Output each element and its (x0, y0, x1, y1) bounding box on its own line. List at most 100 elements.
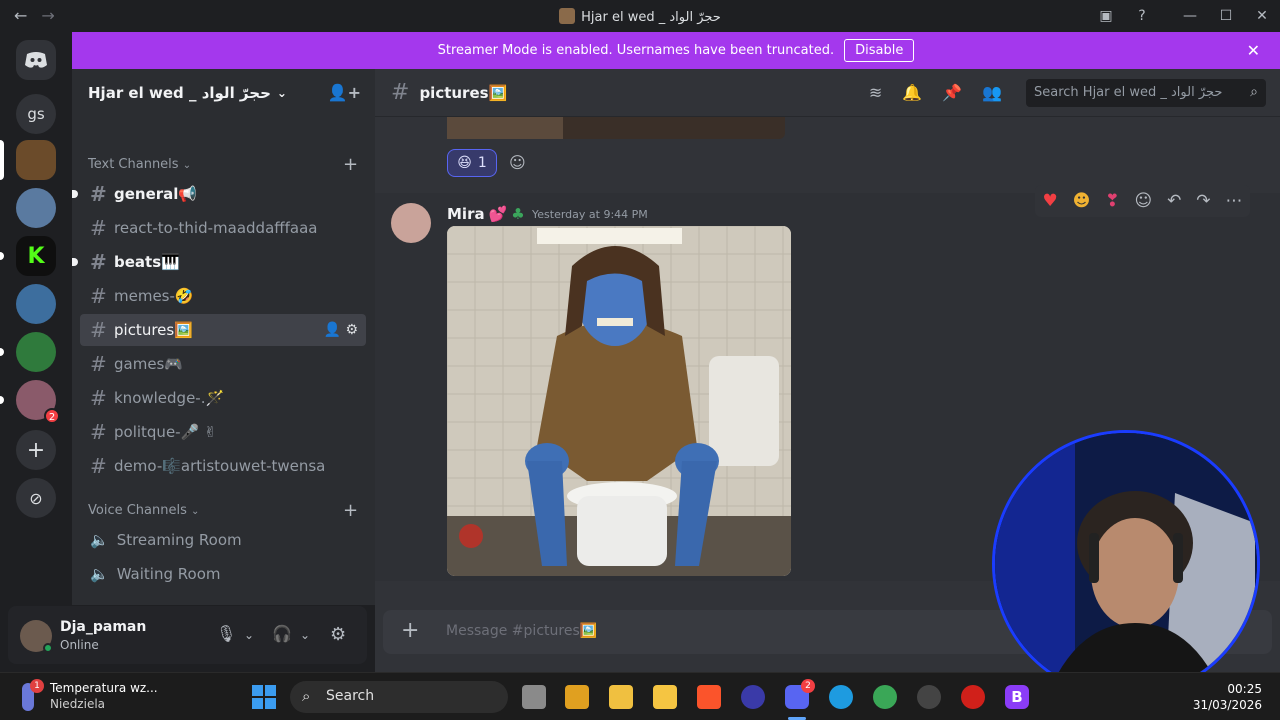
channel-react-to-thid[interactable]: # react-to-thid-maaddafffaaa (80, 212, 366, 244)
server-unread-pill (0, 252, 4, 260)
hash-icon: # (391, 80, 410, 105)
server-avatar-2[interactable] (16, 188, 56, 228)
red-app-icon[interactable] (961, 685, 985, 709)
close-icon[interactable]: ✕ (1247, 41, 1260, 60)
gear-icon[interactable]: ⚙ (330, 624, 346, 645)
laugh-reaction-icon[interactable]: ☻ (1073, 191, 1091, 211)
microphone-icon[interactable]: 🎙 (216, 624, 236, 643)
username[interactable]: Dja_paman (60, 619, 146, 635)
discord-home-icon[interactable] (16, 40, 56, 80)
channel-games[interactable]: # games🎮 (80, 348, 366, 380)
channel-politque[interactable]: # politque-🎤 ✌ (80, 416, 366, 448)
webcam-overlay (992, 430, 1260, 698)
headphones-icon[interactable]: 🎧 (272, 624, 292, 643)
channel-sidebar: Hjar el wed _ حجرّ الواد ⌄ 👤+ Text Chann… (72, 69, 375, 605)
chevron-down-icon: ⌄ (276, 86, 287, 100)
hearts-reaction-icon[interactable]: ❣ (1105, 191, 1119, 211)
server-avatar-6[interactable]: 2 (16, 380, 60, 424)
app-icon[interactable] (917, 685, 941, 709)
create-channel-icon[interactable]: + (343, 154, 358, 175)
reaction-pill[interactable]: 😆 1 (447, 149, 497, 177)
hash-icon: # (90, 386, 107, 410)
members-icon[interactable]: 👥 (982, 83, 1002, 102)
widgets-icon[interactable] (565, 685, 589, 709)
file-explorer-icon[interactable] (653, 685, 677, 709)
online-status-dot (43, 643, 53, 653)
search-icon: ⌕ (302, 687, 311, 705)
taskbar-search[interactable]: ⌕ Search (290, 681, 508, 713)
task-view-icon[interactable] (522, 685, 546, 709)
voice-channel-waiting-room[interactable]: 🔈 Waiting Room (80, 558, 220, 590)
create-channel-icon[interactable]: + (343, 500, 358, 521)
more-icon[interactable]: ⋯ (1225, 191, 1242, 211)
help-icon[interactable]: ? (1124, 8, 1160, 24)
brave-browser-icon[interactable] (697, 685, 721, 709)
invite-people-icon[interactable]: 👤+ (328, 83, 361, 102)
hash-icon: # (90, 216, 107, 240)
channel-memes[interactable]: # memes-🤣 (80, 280, 366, 312)
message-author[interactable]: Mira 💕 ♣ (447, 205, 525, 223)
channel-title: pictures🖼️ (419, 83, 508, 102)
close-window-button[interactable]: ✕ (1244, 8, 1280, 24)
chevron-down-icon: ⌄ (191, 506, 200, 517)
gear-icon[interactable]: ⚙ (345, 322, 358, 338)
invite-icon[interactable]: 👤 (324, 322, 341, 338)
channel-general[interactable]: # general📢 (72, 178, 366, 210)
windows-taskbar: 1 Temperatura wz... Niedziela ⌕ Search 2… (0, 672, 1280, 720)
discord-taskbar-icon[interactable]: 2 (785, 679, 815, 709)
title-bar: ← → Hjar el wed _ حجرّ الواد ▣ ? — ☐ ✕ (0, 0, 1280, 32)
voice-channel-streaming-room[interactable]: 🔈 Streaming Room (80, 524, 242, 556)
inbox-icon[interactable]: ▣ (1088, 8, 1124, 24)
reply-icon[interactable]: ↶ (1167, 191, 1181, 211)
add-reaction-icon[interactable]: ☺ (1134, 191, 1152, 211)
previous-image[interactable] (447, 117, 785, 139)
server-avatar-5[interactable] (16, 332, 56, 372)
channel-label: general📢 (114, 185, 198, 203)
obs-icon[interactable] (741, 685, 765, 709)
chevron-down-icon[interactable]: ⌄ (244, 628, 254, 642)
channel-pictures[interactable]: # pictures🖼️ 👤 ⚙ (80, 314, 366, 346)
windows-start-icon[interactable] (252, 685, 276, 709)
server-gs[interactable]: gs (16, 94, 56, 134)
message-input[interactable]: Message #pictures🖼️ (446, 623, 597, 639)
channel-demo[interactable]: # demo-🎼artistouwet-twensa (80, 450, 366, 482)
header-icons: ≋ 🔔 📌 👥 (869, 83, 1002, 102)
b-app-icon[interactable]: B (1005, 685, 1029, 709)
hash-icon: # (90, 454, 107, 478)
server-name: Hjar el wed _ حجرّ الواد (88, 84, 271, 102)
chevron-down-icon[interactable]: ⌄ (300, 628, 310, 642)
category-voice-channels[interactable]: Voice Channels ⌄ + (88, 500, 358, 521)
channel-knowledge[interactable]: # knowledge-.🪄 (80, 382, 366, 414)
pin-icon[interactable]: 📌 (942, 83, 962, 102)
server-hjar-el-wed[interactable] (16, 140, 56, 180)
channel-beats[interactable]: # beats🎹 (72, 246, 366, 278)
chrome-icon[interactable] (873, 685, 897, 709)
hash-icon: # (90, 284, 107, 308)
server-header[interactable]: Hjar el wed _ حجرّ الواد ⌄ 👤+ (72, 69, 375, 117)
avatar[interactable] (391, 203, 431, 243)
microsoft-store-icon[interactable] (609, 685, 633, 709)
speaker-icon: 🔈 (90, 565, 109, 583)
search-placeholder: Search Hjar el wed _ حجرّ الواد (1034, 85, 1223, 100)
server-avatar-4[interactable] (16, 284, 56, 324)
disable-button[interactable]: Disable (844, 39, 915, 62)
search-icon: ⌕ (1250, 84, 1258, 100)
message-image[interactable] (447, 226, 791, 576)
system-clock[interactable]: 00:25 31/03/2026 (1193, 681, 1262, 713)
add-server-icon[interactable]: + (16, 430, 56, 470)
bell-icon[interactable]: 🔔 (902, 83, 922, 102)
server-k[interactable]: K (16, 236, 56, 276)
category-text-channels[interactable]: Text Channels ⌄ + (88, 154, 358, 175)
add-reaction-icon[interactable]: ☺ (509, 153, 526, 172)
attach-plus-icon[interactable]: + (401, 618, 419, 643)
discover-icon[interactable]: ⊘ (16, 478, 56, 518)
hash-icon: # (90, 352, 107, 376)
server-unread-pill (0, 348, 4, 356)
maximize-button[interactable]: ☐ (1208, 8, 1244, 24)
threads-icon[interactable]: ≋ (869, 83, 882, 102)
search-input[interactable]: Search Hjar el wed _ حجرّ الواد ⌕ (1026, 79, 1266, 107)
forward-icon[interactable]: ↷ (1196, 191, 1210, 211)
edge-icon[interactable] (829, 685, 853, 709)
heart-reaction-icon[interactable]: ♥ (1042, 191, 1057, 211)
minimize-button[interactable]: — (1172, 8, 1208, 24)
